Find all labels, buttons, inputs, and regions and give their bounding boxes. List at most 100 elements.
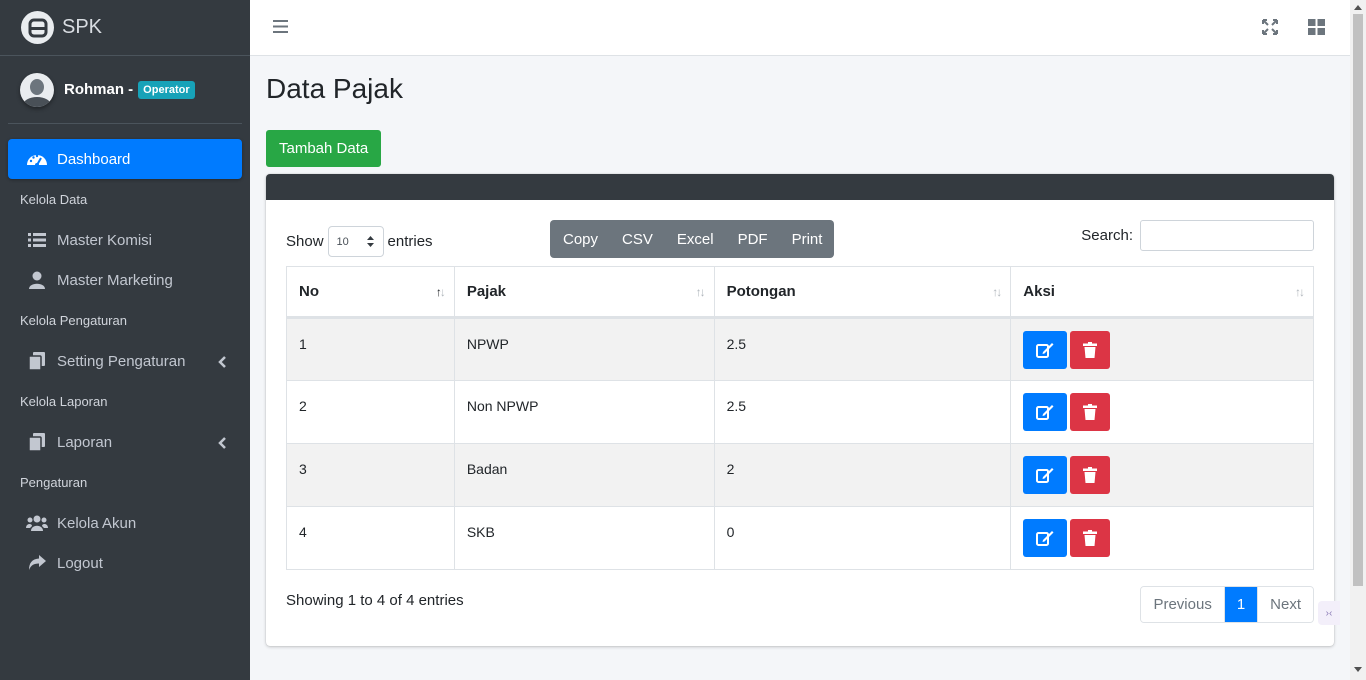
delete-button[interactable] bbox=[1070, 456, 1111, 494]
sidebar-item-master-marketing[interactable]: Master Marketing bbox=[8, 260, 242, 300]
users-icon bbox=[26, 514, 48, 532]
table-row: 4 SKB 0 bbox=[286, 506, 1314, 570]
sidebar-item-dashboard[interactable]: Dashboard bbox=[8, 139, 242, 179]
page-scrollbar[interactable] bbox=[1350, 0, 1366, 680]
trash-icon bbox=[1083, 530, 1098, 546]
sidebar-item-label: Logout bbox=[57, 554, 103, 572]
sidebar-item-master-komisi[interactable]: Master Komisi bbox=[8, 220, 242, 260]
list-icon bbox=[26, 231, 48, 249]
sidebar-nav: Dashboard Kelola Data Master Komisi Mast… bbox=[8, 139, 242, 583]
column-header-pajak[interactable]: Pajak ↑↓ bbox=[453, 266, 715, 319]
sidebar-item-label: Master Marketing bbox=[57, 271, 173, 289]
table-row: 2 Non NPWP 2.5 bbox=[286, 380, 1314, 444]
sidebar-item-label: Dashboard bbox=[57, 150, 131, 168]
delete-button[interactable] bbox=[1070, 331, 1111, 369]
main-content: Data Pajak Tambah Data Show 10 entries C… bbox=[266, 56, 1334, 646]
edit-button[interactable] bbox=[1023, 456, 1068, 494]
page-button-current[interactable]: 1 bbox=[1223, 587, 1258, 622]
column-header-no[interactable]: No ↑↓ bbox=[286, 266, 455, 319]
cell-potongan: 2 bbox=[713, 443, 1012, 507]
cell-no: 3 bbox=[286, 443, 455, 507]
cell-aksi bbox=[1010, 443, 1314, 507]
page-length-value: 10 bbox=[336, 235, 349, 248]
entries-label: entries bbox=[387, 233, 433, 250]
role-badge: Operator bbox=[138, 80, 195, 99]
sidebar-item-laporan[interactable]: Laporan bbox=[8, 422, 242, 462]
edit-icon bbox=[1036, 405, 1054, 420]
add-data-button[interactable]: Tambah Data bbox=[266, 130, 382, 167]
brand-logo-icon bbox=[21, 11, 54, 44]
nav-header-kelola-pengaturan: Kelola Pengaturan bbox=[20, 313, 127, 328]
next-button[interactable]: Next bbox=[1257, 587, 1313, 622]
share-icon bbox=[26, 554, 48, 572]
sidebar-item-label: Master Komisi bbox=[57, 231, 153, 249]
tachometer-icon bbox=[26, 150, 48, 168]
chevron-left-icon bbox=[218, 436, 226, 453]
edit-icon bbox=[1036, 531, 1054, 546]
nav-header-kelola-laporan: Kelola Laporan bbox=[20, 394, 108, 409]
fullscreen-icon[interactable] bbox=[1262, 19, 1278, 40]
edit-icon bbox=[1036, 468, 1054, 483]
copy-icon bbox=[26, 433, 48, 451]
cell-aksi bbox=[1010, 380, 1314, 444]
sidebar-item-label: Laporan bbox=[57, 433, 113, 451]
table-row: 3 Badan 2 bbox=[286, 443, 1314, 507]
pagination: Previous 1 Next bbox=[1140, 586, 1314, 623]
copy-button[interactable]: Copy bbox=[550, 220, 610, 258]
page-length-select[interactable]: 10 bbox=[327, 226, 384, 257]
cell-potongan: 0 bbox=[713, 506, 1012, 570]
cell-no: 2 bbox=[286, 380, 455, 444]
table-info: Showing 1 to 4 of 4 entries bbox=[286, 592, 464, 609]
data-card: Show 10 entries Copy CSV Excel PDF Print… bbox=[266, 174, 1334, 646]
floating-toggle-icon[interactable]: ›‹ bbox=[1318, 601, 1340, 625]
hamburger-menu-icon[interactable] bbox=[273, 19, 288, 39]
user-panel[interactable]: Rohman - Operator bbox=[8, 56, 242, 124]
excel-button[interactable]: Excel bbox=[665, 220, 726, 258]
sort-icon: ↑↓ bbox=[1295, 285, 1305, 299]
sidebar-item-kelola-akun[interactable]: Kelola Akun bbox=[8, 503, 242, 543]
edit-icon bbox=[1036, 343, 1054, 358]
brand[interactable]: SPK bbox=[0, 0, 250, 56]
copy-icon bbox=[26, 352, 48, 370]
cell-potongan: 2.5 bbox=[713, 380, 1012, 444]
scrollbar-thumb[interactable] bbox=[1353, 14, 1363, 586]
print-button[interactable]: Print bbox=[780, 220, 835, 258]
nav-header-pengaturan: Pengaturan bbox=[20, 475, 88, 490]
cell-pajak: NPWP bbox=[453, 317, 715, 381]
cell-pajak: Badan bbox=[453, 443, 715, 507]
sidebar: SPK Rohman - Operator Dashboard Kelola D… bbox=[0, 0, 250, 680]
grid-icon[interactable] bbox=[1308, 19, 1325, 40]
previous-button[interactable]: Previous bbox=[1141, 587, 1224, 622]
brand-name: SPK bbox=[62, 16, 103, 38]
sidebar-item-logout[interactable]: Logout bbox=[8, 543, 242, 583]
trash-icon bbox=[1083, 342, 1098, 358]
show-label: Show bbox=[286, 233, 324, 250]
data-table: No ↑↓ Pajak ↑↓ Potongan ↑↓ Aksi ↑↓ 1 NPWP 2.… bbox=[286, 266, 1314, 570]
table-row: 1 NPWP 2.5 bbox=[286, 317, 1314, 381]
delete-button[interactable] bbox=[1070, 393, 1111, 431]
column-header-aksi[interactable]: Aksi ↑↓ bbox=[1010, 266, 1314, 319]
cell-potongan: 2.5 bbox=[713, 317, 1012, 381]
pdf-button[interactable]: PDF bbox=[726, 220, 780, 258]
edit-button[interactable] bbox=[1023, 519, 1068, 557]
csv-button[interactable]: CSV bbox=[610, 220, 665, 258]
cell-aksi bbox=[1010, 506, 1314, 570]
column-header-potongan[interactable]: Potongan ↑↓ bbox=[713, 266, 1012, 319]
search-input[interactable] bbox=[1140, 220, 1314, 251]
top-navbar bbox=[250, 0, 1350, 56]
cell-no: 1 bbox=[286, 317, 455, 381]
trash-icon bbox=[1083, 467, 1098, 483]
sort-arrows-icon bbox=[366, 236, 374, 250]
sidebar-item-setting-pengaturan[interactable]: Setting Pengaturan bbox=[8, 341, 242, 381]
sort-icon: ↑↓ bbox=[695, 285, 706, 299]
delete-button[interactable] bbox=[1070, 519, 1111, 557]
cell-pajak: Non NPWP bbox=[453, 380, 715, 444]
user-icon bbox=[26, 271, 48, 289]
cell-pajak: SKB bbox=[453, 506, 715, 570]
page-title: Data Pajak bbox=[266, 73, 403, 104]
edit-button[interactable] bbox=[1023, 393, 1068, 431]
user-name: Rohman - bbox=[64, 81, 134, 98]
sort-icon: ↑↓ bbox=[992, 285, 1002, 299]
export-button-group: Copy CSV Excel PDF Print bbox=[550, 220, 835, 258]
edit-button[interactable] bbox=[1023, 331, 1068, 369]
